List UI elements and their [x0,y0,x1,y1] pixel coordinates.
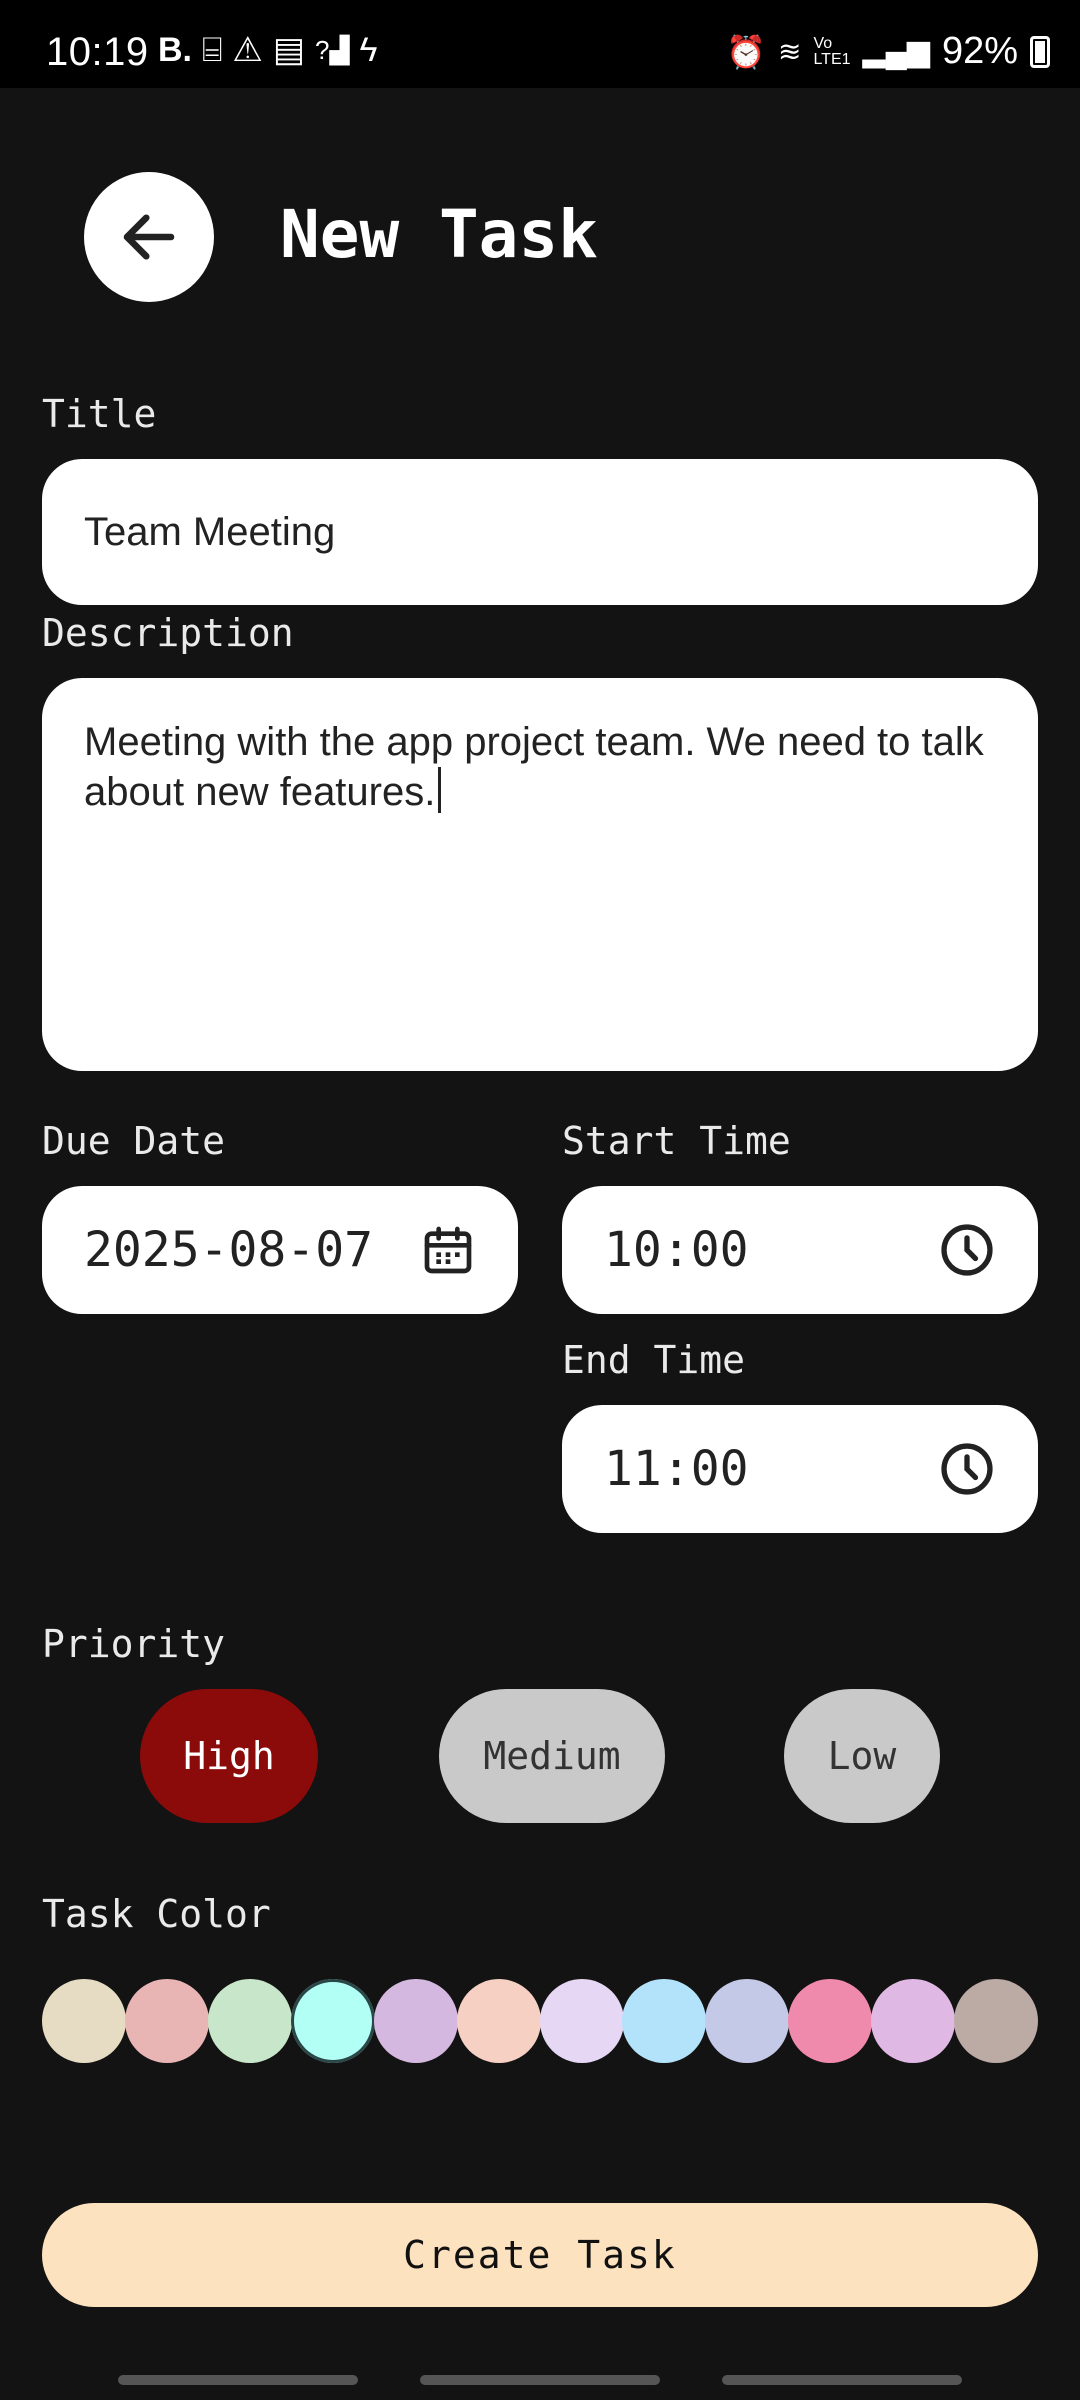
clock-icon [941,1224,993,1276]
color-swatch[interactable] [290,1979,375,2063]
create-task-button[interactable]: Create Task [42,2203,1038,2307]
color-swatch[interactable] [207,1979,292,2063]
priority-label: Priority [42,1622,226,1666]
color-swatch[interactable] [373,1979,458,2063]
nav-bar-segment [118,2375,358,2385]
color-swatch[interactable] [42,1979,126,2063]
end-time-field[interactable]: 11:00 [562,1405,1038,1533]
alarm-icon: ⏰ [726,33,766,70]
battery-percent: 92% [941,30,1018,72]
volte-icon: Vo LTE1 [813,34,851,68]
text-cursor [438,767,442,813]
signal-unknown-icon: ?▟ [315,35,350,65]
calendar-icon [424,1226,472,1274]
priority-high-button[interactable]: High [140,1689,318,1823]
nav-bar-segment [722,2375,962,2385]
color-swatch[interactable] [954,1979,1039,2063]
description-input[interactable]: Meeting with the app project team. We ne… [42,678,1038,1071]
description-label: Description [42,611,294,655]
due-date-field[interactable]: 2025-08-07 [42,1186,518,1314]
status-time: 10:19 [46,30,149,74]
color-swatch[interactable] [539,1979,624,2063]
b-app-icon: B. [158,31,192,69]
notification-icons: B. ⌸ ⚠ ▤ ?▟ ϟ [158,32,377,68]
start-time-value: 10:00 [604,1222,749,1278]
priority-low-button[interactable]: Low [784,1689,940,1823]
start-time-label: Start Time [562,1119,791,1163]
warning-icon: ⚠ [232,31,263,69]
end-time-value: 11:00 [604,1441,749,1497]
system-status: ⏰ ≋ Vo LTE1 ▂▄▆ 92% [726,30,1050,73]
title-input[interactable]: Team Meeting [42,459,1038,605]
clock-icon [941,1443,993,1495]
nav-bar-segment [420,2375,660,2385]
signal-icon: ▂▄▆ [862,35,930,68]
battery-icon [1030,35,1050,68]
title-label: Title [42,392,157,436]
title-input-value: Team Meeting [84,509,336,554]
bolt-icon: ϟ [359,31,378,69]
wifi-icon: ≋ [778,36,802,67]
start-time-field[interactable]: 10:00 [562,1186,1038,1314]
voicemail-icon: ⌸ [202,31,223,69]
end-time-label: End Time [562,1338,746,1382]
page-title: New Task [280,196,598,273]
color-swatch[interactable] [622,1979,707,2063]
color-swatch[interactable] [788,1979,873,2063]
priority-medium-button[interactable]: Medium [439,1689,665,1823]
arrow-left-icon [123,214,175,260]
due-date-label: Due Date [42,1119,226,1163]
description-input-value: Meeting with the app project team. We ne… [84,720,984,814]
back-button[interactable] [84,172,214,302]
color-swatch[interactable] [705,1979,790,2063]
task-color-label: Task Color [42,1892,271,1936]
color-swatch-row [42,1979,1039,2063]
twitch-icon: ▤ [272,31,306,69]
color-swatch[interactable] [456,1979,541,2063]
color-swatch[interactable] [871,1979,956,2063]
due-date-value: 2025-08-07 [84,1222,373,1278]
status-bar: 10:19 B. ⌸ ⚠ ▤ ?▟ ϟ ⏰ ≋ Vo LTE1 ▂▄▆ 92% [0,0,1080,88]
color-swatch[interactable] [124,1979,209,2063]
